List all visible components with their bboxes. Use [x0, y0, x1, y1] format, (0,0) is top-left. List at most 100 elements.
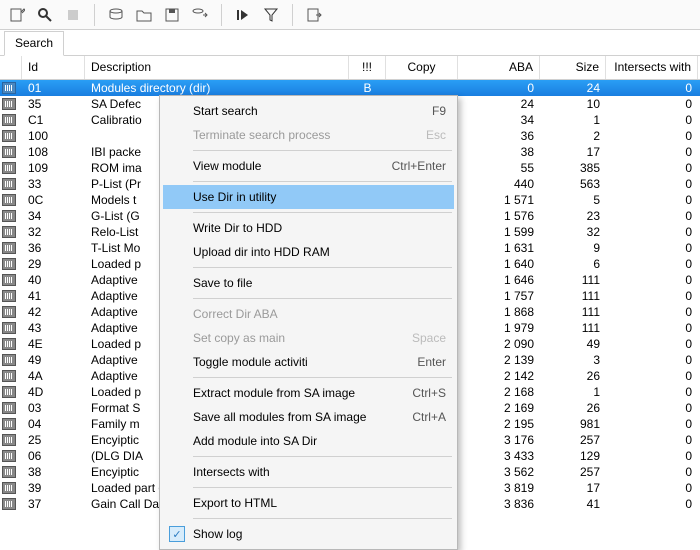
menu-shortcut: Ctrl+S	[412, 386, 446, 400]
cell-intersects: 0	[606, 288, 698, 304]
cell-id: 43	[22, 320, 85, 336]
menu-item[interactable]: Start searchF9	[163, 99, 454, 123]
cell-size: 563	[540, 176, 606, 192]
cell-aba: 2 139	[458, 352, 540, 368]
menu-shortcut: Ctrl+A	[412, 410, 446, 424]
table-row[interactable]: 01Modules directory (dir)B0240	[0, 80, 700, 96]
cell-aba: 3 433	[458, 448, 540, 464]
menu-item[interactable]: Upload dir into HDD RAM	[163, 240, 454, 264]
cell-aba: 1 868	[458, 304, 540, 320]
disk-db-icon[interactable]	[103, 3, 129, 27]
cell-aba: 36	[458, 128, 540, 144]
cell-id: 42	[22, 304, 85, 320]
cell-intersects: 0	[606, 272, 698, 288]
col-id[interactable]: Id	[22, 56, 85, 79]
menu-item[interactable]: Intersects with	[163, 460, 454, 484]
cell-intersects: 0	[606, 224, 698, 240]
module-icon	[0, 320, 22, 336]
cell-intersects: 0	[606, 144, 698, 160]
open-icon[interactable]	[131, 3, 157, 27]
menu-item[interactable]: Add module into SA Dir	[163, 429, 454, 453]
menu-item-label: Correct Dir ABA	[193, 307, 278, 321]
cell-copy	[386, 80, 458, 96]
module-icon	[0, 96, 22, 112]
menu-item[interactable]: View moduleCtrl+Enter	[163, 154, 454, 178]
cell-intersects: 0	[606, 80, 698, 96]
menu-item-label: Set copy as main	[193, 331, 285, 345]
cell-intersects: 0	[606, 160, 698, 176]
separator	[221, 4, 222, 26]
new-module-icon[interactable]	[4, 3, 30, 27]
save-icon[interactable]	[159, 3, 185, 27]
cell-id: 03	[22, 400, 85, 416]
cell-id: C1	[22, 112, 85, 128]
col-size[interactable]: Size	[540, 56, 606, 79]
menu-separator	[193, 487, 452, 488]
module-icon	[0, 496, 22, 512]
module-icon	[0, 144, 22, 160]
cell-intersects: 0	[606, 464, 698, 480]
cell-aba: 2 169	[458, 400, 540, 416]
cell-size: 5	[540, 192, 606, 208]
menu-item[interactable]: Export to HTML	[163, 491, 454, 515]
find-icon[interactable]	[32, 3, 58, 27]
menu-item: Correct Dir ABA	[163, 302, 454, 326]
col-intersects[interactable]: Intersects with	[606, 56, 698, 79]
cell-size: 26	[540, 400, 606, 416]
menu-item[interactable]: Use Dir in utility	[163, 185, 454, 209]
col-icon[interactable]	[0, 56, 22, 79]
col-description[interactable]: Description	[85, 56, 349, 79]
tab-search[interactable]: Search	[4, 31, 64, 56]
menu-item[interactable]: Toggle module activitiEnter	[163, 350, 454, 374]
col-copy[interactable]: Copy	[386, 56, 458, 79]
cell-id: 4E	[22, 336, 85, 352]
step-right-icon[interactable]	[230, 3, 256, 27]
menu-item-label: Start search	[193, 104, 258, 118]
toolbar	[0, 0, 700, 30]
menu-separator	[193, 298, 452, 299]
menu-shortcut: Enter	[417, 355, 446, 369]
cell-id: 4D	[22, 384, 85, 400]
cell-id: 06	[22, 448, 85, 464]
module-icon	[0, 224, 22, 240]
cell-aba: 1 631	[458, 240, 540, 256]
menu-separator	[193, 181, 452, 182]
menu-item[interactable]: Save all modules from SA image Ctrl+A	[163, 405, 454, 429]
module-icon	[0, 448, 22, 464]
col-exc[interactable]: !!!	[349, 56, 386, 79]
filter-icon[interactable]	[258, 3, 284, 27]
menu-item[interactable]: ✓Show log	[163, 522, 454, 546]
cell-aba: 1 571	[458, 192, 540, 208]
menu-item[interactable]: Save to file	[163, 271, 454, 295]
cell-intersects: 0	[606, 128, 698, 144]
menu-item[interactable]: Write Dir to HDD	[163, 216, 454, 240]
menu-item-label: View module	[193, 159, 261, 173]
menu-separator	[193, 518, 452, 519]
cell-aba: 2 090	[458, 336, 540, 352]
cell-size: 1	[540, 112, 606, 128]
cell-aba: 1 757	[458, 288, 540, 304]
menu-item-label: Save to file	[193, 276, 252, 290]
cell-aba: 0	[458, 80, 540, 96]
stop-icon[interactable]	[60, 3, 86, 27]
module-icon	[0, 464, 22, 480]
module-icon	[0, 256, 22, 272]
module-icon	[0, 240, 22, 256]
menu-item-label: Intersects with	[193, 465, 270, 479]
col-aba[interactable]: ABA	[458, 56, 540, 79]
check-icon: ✓	[169, 526, 185, 542]
module-icon	[0, 160, 22, 176]
cell-size: 111	[540, 320, 606, 336]
menu-separator	[193, 456, 452, 457]
menu-item[interactable]: Extract module from SA imageCtrl+S	[163, 381, 454, 405]
export-icon[interactable]	[301, 3, 327, 27]
cell-id: 0C	[22, 192, 85, 208]
export-db-icon[interactable]	[187, 3, 213, 27]
cell-intersects: 0	[606, 320, 698, 336]
module-icon	[0, 176, 22, 192]
cell-id: 40	[22, 272, 85, 288]
cell-intersects: 0	[606, 336, 698, 352]
menu-item-label: Save all modules from SA image	[193, 410, 366, 424]
menu-item-label: Export to HTML	[193, 496, 277, 510]
cell-id: 109	[22, 160, 85, 176]
